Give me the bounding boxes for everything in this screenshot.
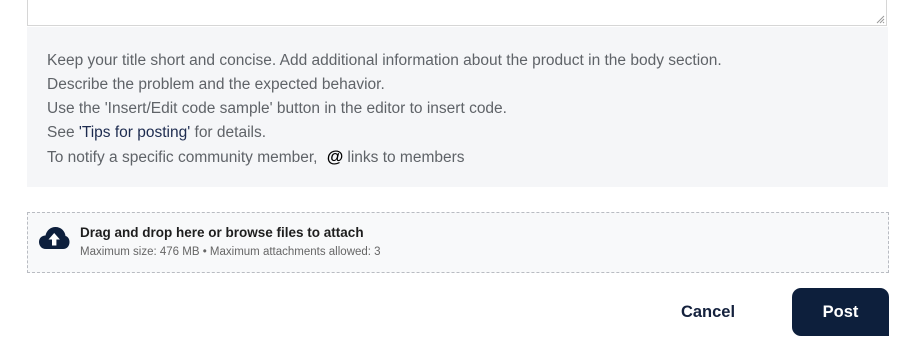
cancel-button[interactable]: Cancel — [660, 290, 756, 334]
tip-notify-suffix: links to members — [347, 149, 465, 166]
at-mention-icon: @ — [326, 147, 344, 166]
resize-handle-icon[interactable] — [876, 15, 885, 24]
drag-text-prefix: Drag and drop here or — [80, 225, 226, 240]
tips-for-posting-link[interactable]: 'Tips for posting' — [79, 124, 190, 141]
browse-files-link[interactable]: browse — [226, 225, 273, 240]
tip-describe-problem: Describe the problem and the expected be… — [47, 76, 385, 93]
tip-insert-code: Use the 'Insert/Edit code sample' button… — [47, 100, 507, 117]
tip-see-posting-tips: See 'Tips for posting' for details. — [47, 121, 868, 145]
attachment-limits: Maximum size: 476 MB • Maximum attachmen… — [80, 246, 381, 258]
attachment-dropzone[interactable]: Drag and drop here or browse files to at… — [27, 212, 889, 273]
dropzone-instruction: Drag and drop here or browse files to at… — [80, 225, 364, 240]
tip-notify-prefix: To notify a specific community member, — [47, 149, 322, 166]
cloud-upload-icon — [39, 227, 70, 249]
tip-see-prefix: See — [47, 124, 79, 141]
tip-notify-member: To notify a specific community member, @… — [47, 145, 868, 170]
tip-title-length: Keep your title short and concise. Add a… — [47, 52, 722, 69]
tip-see-suffix: for details. — [190, 124, 267, 141]
drag-text-suffix: files to attach — [272, 225, 364, 240]
posting-tips-panel: Keep your title short and concise. Add a… — [27, 27, 888, 187]
post-button[interactable]: Post — [792, 288, 889, 336]
editor-body-bottom[interactable] — [27, 0, 887, 26]
